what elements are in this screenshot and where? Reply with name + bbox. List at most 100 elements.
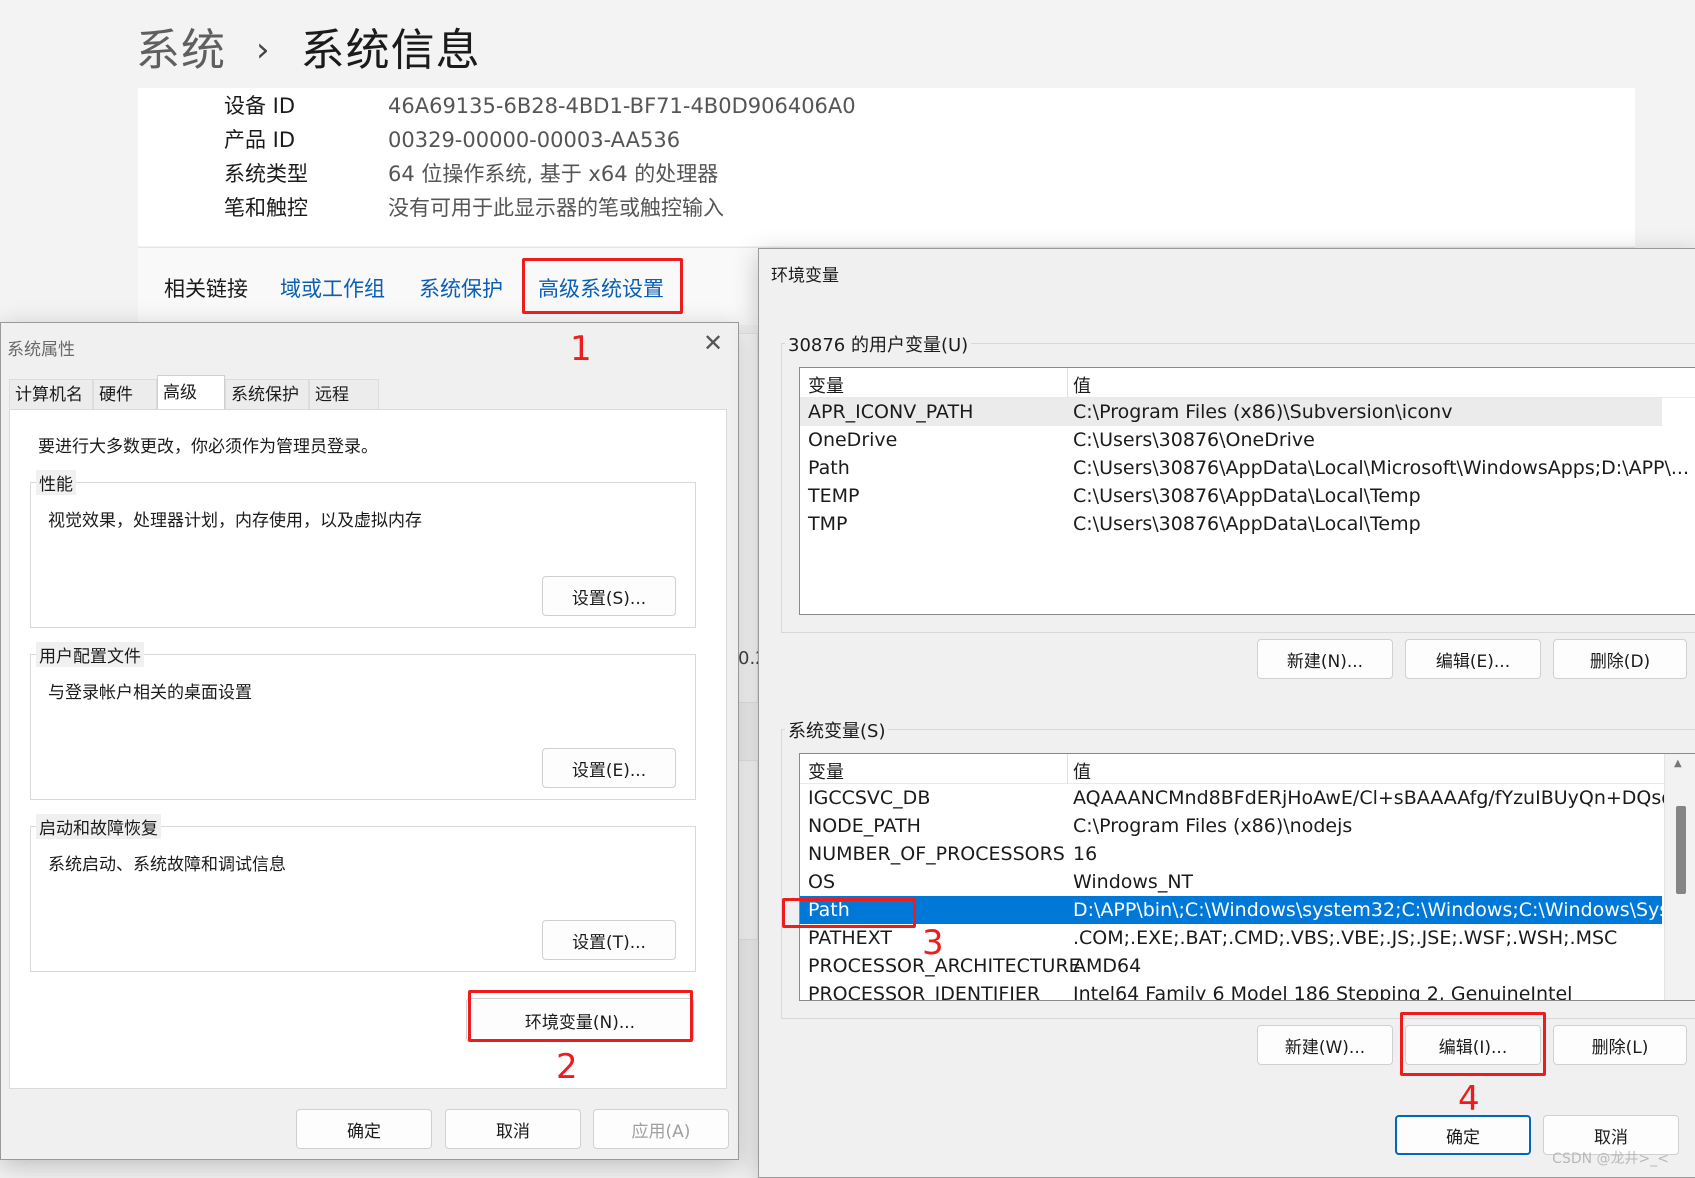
user-var-row[interactable]: TEMP C:\Users\30876\AppData\Local\Temp — [800, 482, 1662, 510]
spec-row-device-id: 设备 ID 46A69135-6B28-4BD1-BF71-4B0D906406A… — [224, 88, 856, 124]
startup-recovery-label: 启动和故障恢复 — [36, 814, 161, 839]
tab-system-protection[interactable]: 系统保护 — [225, 379, 309, 409]
var-name: IGCCSVC_DB — [808, 787, 931, 809]
column-header-name[interactable]: 变量 — [808, 758, 844, 784]
tab-computer-name[interactable]: 计算机名 — [9, 379, 93, 409]
admin-note: 要进行大多数更改，你必须作为管理员登录。 — [38, 437, 378, 457]
startup-recovery-settings-button[interactable]: 设置(T)... — [542, 920, 676, 960]
annotation-number-2: 2 — [556, 1047, 578, 1087]
system-protection-link[interactable]: 系统保护 — [419, 273, 503, 303]
var-name: OS — [808, 871, 836, 893]
var-value: C:\Users\30876\AppData\Local\Temp — [1073, 485, 1421, 507]
system-new-button[interactable]: 新建(W)... — [1257, 1025, 1393, 1065]
scrollbar-thumb[interactable] — [1676, 806, 1686, 894]
var-value: D:\APP\bin\;C:\Windows\system32;C:\Windo… — [1073, 899, 1695, 921]
scrollbar[interactable]: ▲ — [1664, 754, 1695, 1000]
spec-value: 没有可用于此显示器的笔或触控输入 — [388, 196, 724, 220]
annotation-box-2 — [468, 990, 693, 1042]
breadcrumb-parent[interactable]: 系统 — [136, 25, 226, 76]
advanced-tab-page: 要进行大多数更改，你必须作为管理员登录。 性能 视觉效果，处理器计划，内存使用，… — [9, 409, 727, 1089]
performance-label: 性能 — [36, 470, 76, 495]
column-header-name[interactable]: 变量 — [808, 372, 844, 398]
var-value: .COM;.EXE;.BAT;.CMD;.VBS;.VBE;.JS;.JSE;.… — [1073, 927, 1618, 949]
settings-card-edge — [738, 760, 758, 940]
var-name: PROCESSOR_IDENTIFIER — [808, 983, 1041, 1001]
spec-value: 00329-00000-00003-AA536 — [388, 128, 681, 152]
system-var-row[interactable]: PROCESSOR_IDENTIFIER Intel64 Family 6 Mod… — [800, 980, 1662, 1001]
var-name: TEMP — [808, 485, 860, 507]
scroll-up-icon[interactable]: ▲ — [1674, 758, 1682, 769]
system-var-row[interactable]: OS Windows_NT — [800, 868, 1662, 896]
breadcrumb: 系统 › 系统信息 — [136, 14, 481, 78]
user-var-row[interactable]: APR_ICONV_PATH C:\Program Files (x86)\Sub… — [800, 398, 1662, 426]
ok-button[interactable]: 确定 — [1395, 1115, 1531, 1155]
spec-label: 产品 ID — [224, 128, 296, 152]
var-value: AQAAANCMnd8BFdERjHoAwE/Cl+sBAAAAfg/fYzuI… — [1073, 787, 1692, 809]
spec-label: 笔和触控 — [224, 196, 308, 220]
var-value: Windows_NT — [1073, 871, 1194, 893]
user-new-button[interactable]: 新建(N)... — [1257, 639, 1393, 679]
annotation-number-1: 1 — [570, 329, 592, 369]
spec-row-product-id: 产品 ID 00329-00000-00003-AA536 — [224, 122, 680, 158]
var-name: APR_ICONV_PATH — [808, 401, 974, 423]
page-title: 系统信息 — [300, 25, 481, 76]
system-variables-list[interactable]: 变量 值 IGCCSVC_DB AQAAANCMnd8BFdERjHoAwE/Cl… — [799, 753, 1695, 1001]
startup-recovery-description: 系统启动、系统故障和调试信息 — [48, 855, 286, 875]
breadcrumb-chevron-icon: › — [256, 30, 271, 70]
annotation-box-1 — [522, 258, 683, 314]
performance-description: 视觉效果，处理器计划，内存使用，以及虚拟内存 — [48, 511, 422, 531]
user-variables-list[interactable]: 变量 值 APR_ICONV_PATH C:\Program Files (x86… — [799, 367, 1695, 615]
var-value: C:\Program Files (x86)\Subversion\iconv — [1073, 401, 1453, 423]
cancel-button[interactable]: 取消 — [445, 1109, 581, 1149]
var-value: Intel64 Family 6 Model 186 Stepping 2, G… — [1073, 983, 1573, 1001]
ok-button[interactable]: 确定 — [296, 1109, 432, 1149]
var-value: C:\Users\30876\AppData\Local\Microsoft\W… — [1073, 457, 1690, 479]
spec-row-pen-touch: 笔和触控 没有可用于此显示器的笔或触控输入 — [224, 190, 724, 226]
annotation-number-3: 3 — [922, 923, 944, 963]
system-var-row-selected[interactable]: Path D:\APP\bin\;C:\Windows\system32;C:\W… — [800, 896, 1695, 924]
dialog-title: 环境变量 — [771, 266, 839, 286]
system-var-row[interactable]: NODE_PATH C:\Program Files (x86)\nodejs — [800, 812, 1662, 840]
user-var-row[interactable]: OneDrive C:\Users\30876\OneDrive — [800, 426, 1662, 454]
var-value: C:\Program Files (x86)\nodejs — [1073, 815, 1353, 837]
var-name: NODE_PATH — [808, 815, 921, 837]
column-divider[interactable] — [1067, 754, 1068, 784]
user-profiles-label: 用户配置文件 — [36, 642, 144, 667]
tab-advanced[interactable]: 高级 — [157, 375, 225, 409]
user-var-row[interactable]: Path C:\Users\30876\AppData\Local\Microso… — [800, 454, 1689, 482]
var-value: C:\Users\30876\AppData\Local\Temp — [1073, 513, 1421, 535]
user-var-row[interactable]: TMP C:\Users\30876\AppData\Local\Temp — [800, 510, 1662, 538]
list-header: 变量 值 — [800, 754, 1695, 784]
system-delete-button[interactable]: 删除(L) — [1553, 1025, 1687, 1065]
tab-hardware[interactable]: 硬件 — [93, 379, 157, 409]
var-name: NUMBER_OF_PROCESSORS — [808, 843, 1065, 865]
var-name: TMP — [808, 513, 848, 535]
user-delete-button[interactable]: 删除(D) — [1553, 639, 1687, 679]
watermark: CSDN @龙井>_< — [1552, 1151, 1669, 1167]
var-name: PROCESSOR_ARCHITECTURE — [808, 955, 1081, 977]
annotation-box-3 — [782, 898, 916, 928]
system-var-row[interactable]: IGCCSVC_DB AQAAANCMnd8BFdERjHoAwE/Cl+sBAA… — [800, 784, 1691, 812]
user-profiles-description: 与登录帐户相关的桌面设置 — [48, 683, 252, 703]
tab-remote[interactable]: 远程 — [309, 379, 379, 409]
close-icon[interactable]: ✕ — [703, 329, 723, 357]
dialog-title: 系统属性 — [7, 340, 75, 360]
spec-row-system-type: 系统类型 64 位操作系统, 基于 x64 的处理器 — [224, 156, 718, 192]
var-name: OneDrive — [808, 429, 898, 451]
system-var-row[interactable]: NUMBER_OF_PROCESSORS 16 — [800, 840, 1662, 868]
performance-settings-button[interactable]: 设置(S)... — [542, 576, 676, 616]
annotation-number-4: 4 — [1458, 1079, 1480, 1119]
var-name: PATHEXT — [808, 927, 892, 949]
apply-button[interactable]: 应用(A) — [593, 1109, 729, 1149]
column-divider[interactable] — [1067, 368, 1068, 398]
user-profiles-settings-button[interactable]: 设置(E)... — [542, 748, 676, 788]
var-value: C:\Users\30876\OneDrive — [1073, 429, 1315, 451]
annotation-box-4 — [1400, 1012, 1546, 1076]
domain-workgroup-link[interactable]: 域或工作组 — [280, 273, 385, 303]
spec-label: 设备 ID — [224, 94, 296, 118]
device-specs-card: 设备 ID 46A69135-6B28-4BD1-BF71-4B0D906406A… — [138, 88, 1635, 246]
column-header-value[interactable]: 值 — [1073, 372, 1091, 398]
spec-value: 46A69135-6B28-4BD1-BF71-4B0D906406A0 — [388, 94, 856, 118]
column-header-value[interactable]: 值 — [1073, 758, 1091, 784]
user-edit-button[interactable]: 编辑(E)... — [1405, 639, 1541, 679]
